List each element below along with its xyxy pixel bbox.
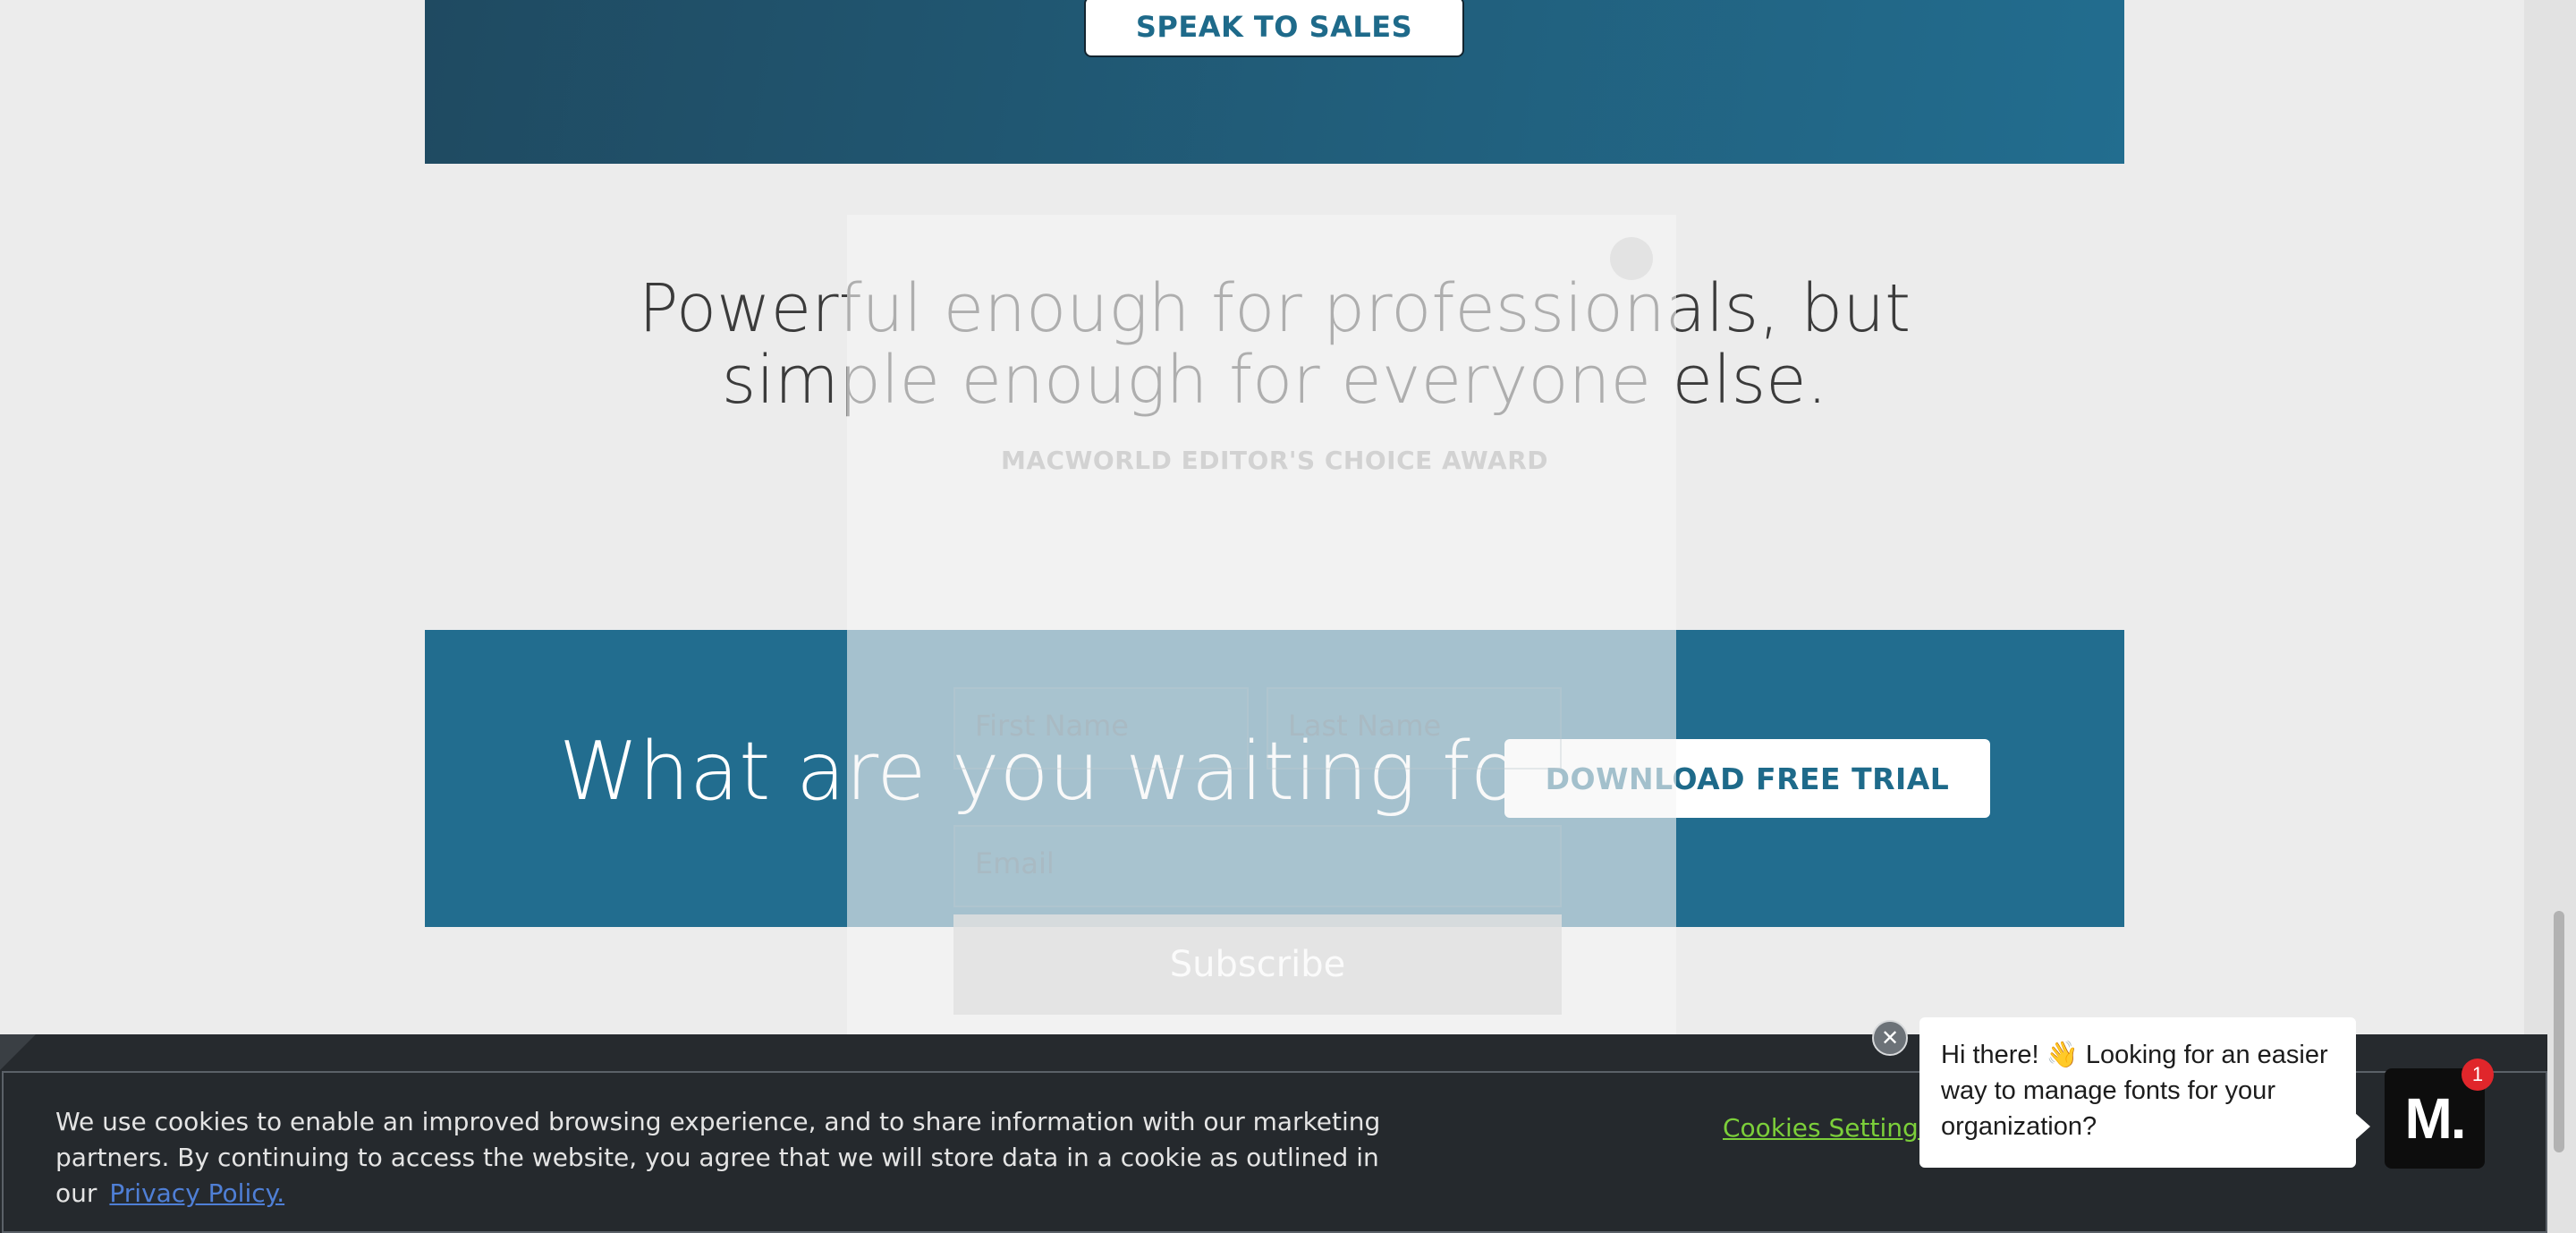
cookie-message: We use cookies to enable an improved bro… <box>55 1104 1451 1212</box>
scrollbar-thumb[interactable] <box>2554 911 2564 1152</box>
cookies-settings-link[interactable]: Cookies Settings <box>1723 1113 1931 1143</box>
modal-close-icon[interactable] <box>1610 237 1653 280</box>
footer-corner-decoration <box>0 1034 36 1070</box>
chat-message-bubble[interactable]: Hi there! 👋 Looking for an easier way to… <box>1919 1017 2356 1168</box>
privacy-policy-link[interactable]: Privacy Policy. <box>109 1178 284 1208</box>
first-name-field[interactable]: First Name <box>953 687 1249 770</box>
subscribe-button[interactable]: Subscribe <box>953 914 1562 1015</box>
chat-close-icon[interactable]: ✕ <box>1872 1020 1908 1056</box>
chat-bubble-tail <box>2354 1112 2370 1141</box>
email-field[interactable]: Email <box>953 825 1562 907</box>
speak-to-sales-button[interactable]: SPEAK TO SALES <box>1084 0 1464 57</box>
chat-unread-badge: 1 <box>2462 1059 2494 1091</box>
last-name-field[interactable]: Last Name <box>1267 687 1562 770</box>
